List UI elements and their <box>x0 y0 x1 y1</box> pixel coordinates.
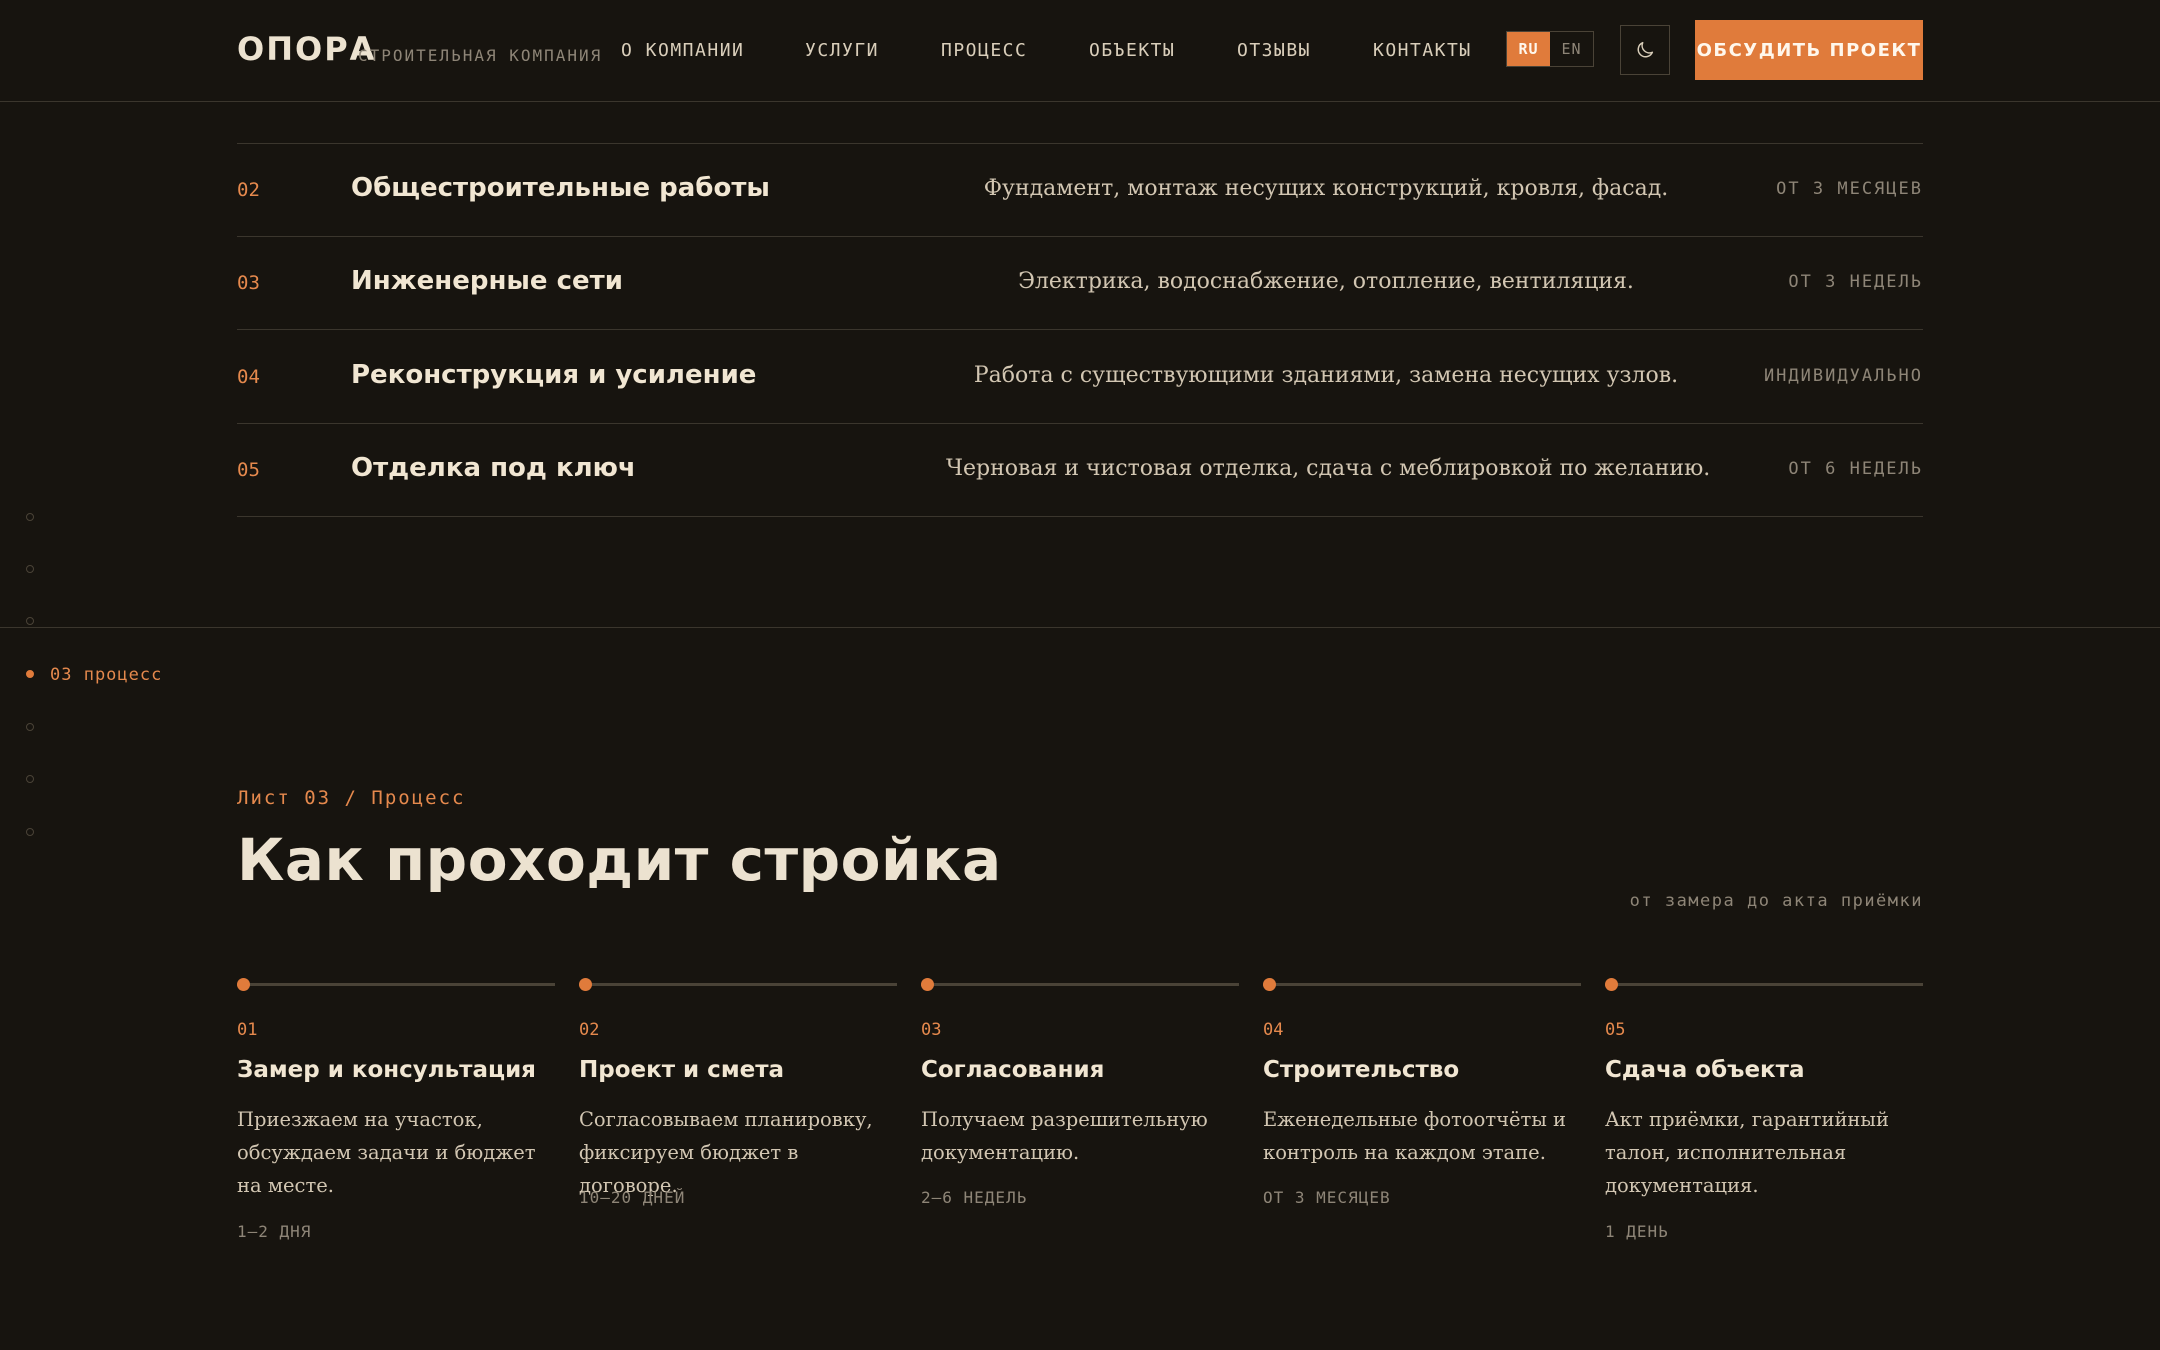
step-number: 01 <box>237 1020 258 1040</box>
service-term: ИНДИВИДУАЛЬНО <box>1763 366 1923 386</box>
service-term: ОТ 3 МЕСЯЦЕВ <box>1776 179 1923 199</box>
step-line <box>237 983 555 986</box>
service-row[interactable]: 05 Отделка под ключ Черновая и чистовая … <box>237 423 1923 517</box>
service-number: 04 <box>237 366 260 388</box>
step-term: 2–6 НЕДЕЛЬ <box>921 1188 1028 1207</box>
nav-link-contacts[interactable]: КОНТАКТЫ <box>1373 40 1472 61</box>
section-aside: от замера до акта приёмки <box>1629 891 1923 911</box>
step-number: 03 <box>921 1020 942 1040</box>
service-title: Отделка под ключ <box>351 453 636 483</box>
theme-toggle-button[interactable] <box>1620 25 1670 75</box>
service-description: Черновая и чистовая отделка, сдача с меб… <box>946 456 1711 481</box>
side-nav-dot[interactable] <box>26 828 34 836</box>
lang-ru-button[interactable]: RU <box>1507 32 1550 66</box>
side-nav-dot[interactable] <box>26 565 34 573</box>
service-title: Общестроительные работы <box>351 173 770 203</box>
service-number: 03 <box>237 272 260 294</box>
step-number: 02 <box>579 1020 600 1040</box>
step-marker <box>1605 978 1618 991</box>
step-line <box>579 983 897 986</box>
nav-link-process[interactable]: ПРОЦЕСС <box>941 40 1027 61</box>
step-marker <box>1263 978 1276 991</box>
service-number: 05 <box>237 459 260 481</box>
service-row[interactable]: 04 Реконструкция и усиление Работа с сущ… <box>237 330 1923 424</box>
step-title: Согласования <box>921 1057 1105 1083</box>
lang-en-button[interactable]: EN <box>1550 32 1593 66</box>
nav-link-objects[interactable]: ОБЪЕКТЫ <box>1089 40 1175 61</box>
service-number: 02 <box>237 179 260 201</box>
side-nav-dot[interactable] <box>26 513 34 521</box>
step-title: Сдача объекта <box>1605 1057 1805 1083</box>
service-title: Инженерные сети <box>351 266 623 296</box>
step-line <box>1605 983 1923 986</box>
step-marker <box>237 978 250 991</box>
moon-icon <box>1637 41 1654 58</box>
side-nav-dot[interactable] <box>26 617 34 625</box>
service-description: Электрика, водоснабжение, отопление, вен… <box>1018 269 1634 294</box>
service-description: Фундамент, монтаж несущих конструкций, к… <box>983 176 1669 201</box>
side-nav-dot-active[interactable] <box>26 670 34 678</box>
step-description: Еженедельные фотоотчёты и контроль на ка… <box>1263 1108 1567 1164</box>
step-description: Получаем разрешительную документацию. <box>921 1108 1208 1164</box>
side-nav-dot[interactable] <box>26 775 34 783</box>
service-row[interactable]: 02 Общестроительные работы Фундамент, мо… <box>237 143 1923 237</box>
step-marker <box>579 978 592 991</box>
service-row[interactable]: 03 Инженерные сети Электрика, водоснабже… <box>237 236 1923 330</box>
language-switcher: RU EN <box>1506 31 1594 67</box>
step-term: 1–2 ДНЯ <box>237 1222 312 1241</box>
section-divider <box>0 627 2160 628</box>
section-eyebrow: Лист 03 / Процесс <box>237 787 466 809</box>
step-line <box>1263 983 1581 986</box>
nav-link-reviews[interactable]: ОТЗЫВЫ <box>1237 40 1311 61</box>
step-line <box>921 983 1239 986</box>
step-marker <box>921 978 934 991</box>
step-term: 1 ДЕНЬ <box>1605 1222 1669 1241</box>
step-description: Акт приёмки, гарантийный талон, исполнит… <box>1605 1108 1889 1197</box>
service-term: ОТ 6 НЕДЕЛЬ <box>1788 459 1923 479</box>
service-term: ОТ 3 НЕДЕЛЬ <box>1788 272 1923 292</box>
section-title: Как проходит стройка <box>237 826 1002 894</box>
step-title: Замер и консультация <box>237 1057 536 1083</box>
step-term: 10–20 ДНЕЙ <box>579 1188 686 1207</box>
step-number: 04 <box>1263 1020 1284 1040</box>
service-description: Работа с существующими зданиями, замена … <box>973 363 1679 388</box>
nav-link-services[interactable]: УСЛУГИ <box>805 40 879 61</box>
discuss-project-button[interactable]: ОБСУДИТЬ ПРОЕКТ <box>1695 20 1923 80</box>
service-title: Реконструкция и усиление <box>351 360 757 390</box>
step-term: ОТ 3 МЕСЯЦЕВ <box>1263 1188 1391 1207</box>
step-title: Строительство <box>1263 1057 1460 1083</box>
side-nav-dot[interactable] <box>26 723 34 731</box>
logo[interactable]: ОПОРА <box>237 30 376 68</box>
logo-subtitle: СТРОИТЕЛЬНАЯ КОМПАНИЯ <box>358 46 603 65</box>
nav-link-about[interactable]: О КОМПАНИИ <box>621 40 744 61</box>
side-nav-active-label[interactable]: 03 процесс <box>50 665 162 685</box>
step-description: Приезжаем на участок, обсуждаем задачи и… <box>237 1108 536 1197</box>
step-title: Проект и смета <box>579 1057 785 1083</box>
step-number: 05 <box>1605 1020 1626 1040</box>
site-header: ОПОРА СТРОИТЕЛЬНАЯ КОМПАНИЯ О КОМПАНИИ У… <box>0 0 2160 102</box>
